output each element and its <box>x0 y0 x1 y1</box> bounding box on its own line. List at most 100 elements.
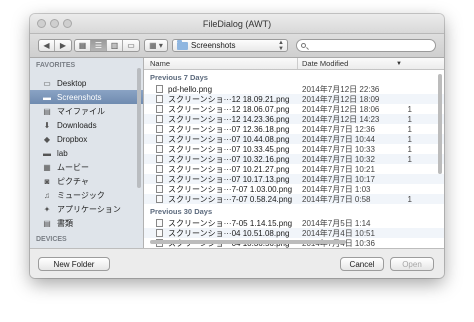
sidebar-item[interactable]: ◆ Dropbox <box>30 132 143 146</box>
column-view-icon: ▥ <box>110 41 119 50</box>
file-row[interactable]: スクリーンショ···12 14.23.36.png 2014年7月12日 14:2… <box>144 114 444 124</box>
sidebar-item[interactable]: ▦ ムービー <box>30 160 143 174</box>
forward-button[interactable]: ▶ <box>55 40 71 51</box>
sidebar-item[interactable]: ◙ ピクチャ <box>30 174 143 188</box>
window-title: FileDialog (AWT) <box>202 19 272 29</box>
folder-icon <box>177 39 188 50</box>
file-size-cell: 1 <box>407 154 412 164</box>
png-file-icon <box>156 135 163 143</box>
file-row[interactable]: スクリーンショ···7-05 1.14.15.png 2014年7月5日 1:14 <box>144 218 444 228</box>
column-view-button[interactable]: ▥ <box>107 40 123 51</box>
file-dialog-window: FileDialog (AWT) ◀ ▶ ▦ ☰ ▥ ▭ ▦ ▾ Screens… <box>30 14 444 278</box>
documents-icon: ▤ <box>43 218 51 228</box>
list-view-button[interactable]: ☰ <box>91 40 107 51</box>
list-vertical-scrollbar[interactable] <box>438 74 442 174</box>
file-row[interactable]: スクリーンショ···12 18.06.07.png 2014年7月12日 18:0… <box>144 104 444 114</box>
coverflow-view-icon: ▭ <box>127 41 135 50</box>
png-file-icon <box>156 115 163 123</box>
sidebar-item[interactable]: ♫ ミュージック <box>30 188 143 202</box>
file-size-cell: 1 <box>407 104 412 114</box>
file-row[interactable]: スクリーンショ···07 10.32.16.png 2014年7月7日 10:32… <box>144 154 444 164</box>
file-row[interactable]: スクリーンショ···7-07 0.58.24.png 2014年7月7日 0:58… <box>144 194 444 204</box>
folder-icon: ▬ <box>43 148 51 158</box>
search-icon <box>301 43 306 48</box>
icon-view-icon: ▦ <box>78 41 87 50</box>
desktop-icon: ▭ <box>43 78 51 88</box>
name-column-header[interactable]: Name <box>144 58 298 69</box>
png-file-icon <box>156 105 163 113</box>
file-row[interactable]: スクリーンショ···07 10.21.27.png 2014年7月7日 10:21 <box>144 164 444 174</box>
applications-icon: ✦ <box>43 204 51 214</box>
sidebar-item-label: マイファイル <box>57 106 105 116</box>
group-header: Previous 30 Days <box>150 207 213 216</box>
date-modified-column-header[interactable]: Date Modified ▼ <box>298 58 444 69</box>
location-popup[interactable]: Screenshots ▲ ▼ <box>172 39 288 52</box>
pictures-icon: ◙ <box>44 176 50 186</box>
sidebar-item-label: ピクチャ <box>57 176 89 186</box>
sidebar-item[interactable]: ✦ アプリケーション <box>30 202 143 216</box>
sidebar-item[interactable]: ▤ 書類 <box>30 216 143 230</box>
file-name-cell: スクリーンショ···7-07 0.58.24.png <box>144 194 298 205</box>
file-name: スクリーンショ···7-07 0.58.24.png <box>168 194 293 204</box>
file-row[interactable]: pd-hello.png 2014年7月12日 22:36 <box>144 84 444 94</box>
arrange-menu: ▦ ▾ <box>144 39 168 52</box>
sidebar-item[interactable]: ▤ マイファイル <box>30 104 143 118</box>
coverflow-view-button[interactable]: ▭ <box>123 40 139 51</box>
history-navigation: ◀ ▶ <box>38 39 72 52</box>
png-file-icon <box>156 185 163 193</box>
sort-descending-icon: ▼ <box>396 61 402 67</box>
png-file-icon <box>156 145 163 153</box>
png-file-icon <box>156 219 163 227</box>
file-size-cell: 1 <box>407 124 412 134</box>
popup-arrows-icon: ▲ ▼ <box>278 40 284 52</box>
file-row[interactable]: スクリーンショ···07 10.44.08.png 2014年7月7日 10:44… <box>144 134 444 144</box>
open-button[interactable]: Open <box>390 257 434 271</box>
column-headers: Name Date Modified ▼ <box>144 58 444 70</box>
sidebar-item[interactable]: ▬ Screenshots <box>30 90 143 104</box>
group-header: Previous 7 Days <box>150 73 208 82</box>
png-file-icon <box>156 155 163 163</box>
file-row[interactable]: スクリーンショ···07 10.17.13.png 2014年7月7日 10:17 <box>144 174 444 184</box>
file-row[interactable]: スクリーンショ···12 18.09.21.png 2014年7月12日 18:0… <box>144 94 444 104</box>
new-folder-button[interactable]: New Folder <box>38 257 110 271</box>
sidebar-item[interactable]: ▬ lab <box>30 146 143 160</box>
arrange-button[interactable]: ▦ ▾ <box>145 40 167 51</box>
icon-view-button[interactable]: ▦ <box>75 40 91 51</box>
search-field[interactable] <box>296 39 436 52</box>
file-size-cell: 1 <box>407 144 412 154</box>
back-button[interactable]: ◀ <box>39 40 55 51</box>
location-label: Screenshots <box>191 41 236 50</box>
sidebar-item-label: Downloads <box>57 120 97 130</box>
arrange-icon: ▦ ▾ <box>149 41 163 50</box>
file-name-cell: pd-hello.png <box>144 85 298 94</box>
file-row[interactable]: スクリーンショ···7-07 1.03.00.png 2014年7月7日 1:03 <box>144 184 444 194</box>
music-icon: ♫ <box>44 190 50 200</box>
sidebar-item-label: ムービー <box>57 162 89 172</box>
sidebar-item[interactable]: ⬇ Downloads <box>30 118 143 132</box>
dialog-footer: New Folder Cancel Open <box>30 248 444 278</box>
sidebar-item-label: アプリケーション <box>57 204 121 214</box>
file-size-cell: 1 <box>407 114 412 124</box>
file-list: Name Date Modified ▼ Previous 7 Days pd-h… <box>144 58 444 248</box>
sidebar-item[interactable]: ▭ Desktop <box>30 76 143 90</box>
cancel-button[interactable]: Cancel <box>340 257 384 271</box>
file-row[interactable]: スクリーンショ···04 10.51.08.png 2014年7月4日 10:51 <box>144 228 444 238</box>
all-my-files-icon: ▤ <box>43 106 51 116</box>
png-file-icon <box>156 165 163 173</box>
file-row[interactable]: スクリーンショ···07 12.36.18.png 2014年7月7日 12:36… <box>144 124 444 134</box>
file-row[interactable]: スクリーンショ···07 10.33.45.png 2014年7月7日 10:33… <box>144 144 444 154</box>
sidebar-section-devices: DEVICES <box>36 236 67 243</box>
sidebar: FAVORITES ▭ Desktop ▬ Screenshots ▤ マイファイル ⬇ Do… <box>30 58 144 248</box>
list-view-icon: ☰ <box>94 41 103 50</box>
back-arrow-icon: ◀ <box>43 41 50 50</box>
movies-icon: ▦ <box>43 162 51 172</box>
sidebar-item-label: Desktop <box>57 78 87 88</box>
sidebar-item-label: 書類 <box>57 218 73 228</box>
list-horizontal-scrollbar[interactable] <box>150 240 346 244</box>
sidebar-scrollbar[interactable] <box>137 68 141 188</box>
file-name: pd-hello.png <box>168 84 213 94</box>
sidebar-item-label: ミュージック <box>57 190 105 200</box>
sidebar-item-label: lab <box>57 148 68 158</box>
date-modified-label: Date Modified <box>302 59 349 68</box>
file-size-cell: 1 <box>407 134 412 144</box>
